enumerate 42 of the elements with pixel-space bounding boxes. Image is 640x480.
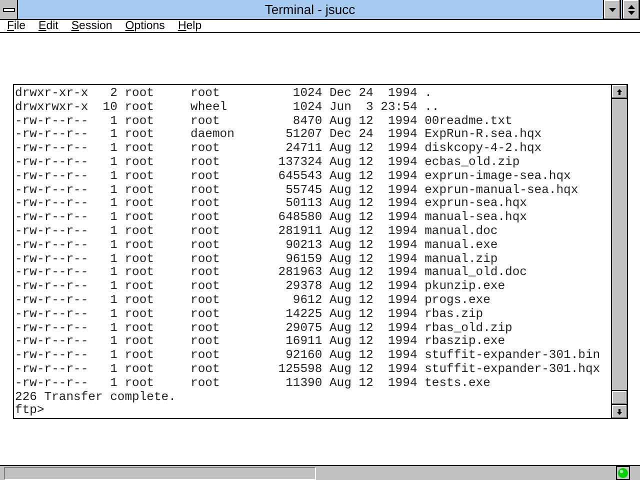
terminal-line: -rw-r--r-- 1 root root 55745 Aug 12 1994 exprun-manual-sea.hqx — [15, 184, 580, 197]
terminal-line: -rw-r--r-- 1 root root 9612 Aug 12 1994 progs.exe — [15, 294, 492, 308]
terminal-line: -rw-r--r-- 1 root root 137324 Aug 12 1994 ecbas_old.zip — [15, 156, 521, 170]
terminal-line: -rw-r--r-- 1 root root 8470 Aug 12 1994 00readme.txt — [15, 114, 514, 128]
scroll-up-button[interactable] — [612, 85, 627, 99]
terminal-line: -rw-r--r-- 1 root root 14225 Aug 12 1994 rbas.zip — [15, 308, 484, 322]
down-arrow-icon — [608, 8, 616, 12]
menu-item[interactable]: Edit — [38, 20, 58, 32]
terminal-line: -rw-r--r-- 1 root root 29075 Aug 12 1994 rbas_old.zip — [15, 322, 514, 335]
terminal-line: 226 Transfer complete. — [15, 390, 177, 404]
terminal-line: -rw-r--r-- 1 root root 90213 Aug 12 1994 manual.exe — [15, 238, 499, 253]
terminal-line: -rw-r--r-- 1 root root 281963 Aug 12 1994 manual_old.doc — [15, 266, 528, 280]
terminal-line: -rw-r--r-- 1 root root 24711 Aug 12 1994 diskcopy-4-2.hqx — [15, 142, 543, 156]
up-arrow-icon — [617, 88, 622, 94]
terminal-line: drwxrwxr-x 10 root wheel 1024 Jun 3 23:54 .. — [15, 100, 440, 115]
minimize-button[interactable] — [603, 0, 621, 19]
terminal-line: -rw-r--r-- 1 root daemon 51207 Dec 24 1994 ExpRun-R.sea.hqx — [15, 128, 543, 142]
terminal-line: -rw-r--r-- 1 root root 125598 Aug 12 1994 stuffit-expander-301.hqx — [15, 362, 602, 377]
window-title: Terminal - jsucc — [264, 2, 356, 17]
terminal-line: -rw-r--r-- 1 root root 648580 Aug 12 1994 manual-sea.hqx — [15, 211, 528, 225]
menu-item[interactable]: Session — [71, 20, 112, 32]
menu-item[interactable]: File — [7, 20, 26, 32]
terminal-line: -rw-r--r-- 1 root root 29378 Aug 12 1994 pkunzip.exe — [15, 280, 506, 294]
menu-item[interactable]: Options — [125, 20, 165, 32]
terminal-line: -rw-r--r-- 1 root root 645543 Aug 12 1994 exprun-image-sea.hqx — [15, 170, 572, 184]
scrollbar[interactable] — [611, 85, 627, 418]
terminal-line: -rw-r--r-- 1 root root 50113 Aug 12 1994 exprun-sea.hqx — [15, 197, 528, 211]
terminal-line: ftp> — [15, 404, 46, 418]
scroll-down-button[interactable] — [612, 404, 627, 418]
terminal-line: -rw-r--r-- 1 root root 281911 Aug 12 1994 manual.doc — [15, 224, 499, 239]
terminal-line: -rw-r--r-- 1 root root 96159 Aug 12 1994 manual.zip — [15, 252, 499, 266]
menu-item[interactable]: Help — [178, 20, 202, 32]
maximize-button[interactable] — [622, 0, 640, 19]
scroll-thumb[interactable] — [612, 390, 627, 404]
up-down-arrow-icon — [628, 4, 634, 14]
terminal-line: drwxr-xr-x 2 root root 1024 Dec 24 1994 . — [15, 87, 433, 101]
down-arrow-icon — [617, 408, 622, 415]
system-menu-button[interactable] — [0, 0, 18, 19]
terminal-line: -rw-r--r-- 1 root root 92160 Aug 12 1994 stuffit-expander-301.bin — [15, 349, 602, 363]
terminal-line: -rw-r--r-- 1 root root 16911 Aug 12 1994 rbaszip.exe — [15, 335, 506, 349]
terminal-line: -rw-r--r-- 1 root root 11390 Aug 12 1994 tests.exe — [15, 376, 492, 391]
bar-icon — [2, 8, 14, 12]
